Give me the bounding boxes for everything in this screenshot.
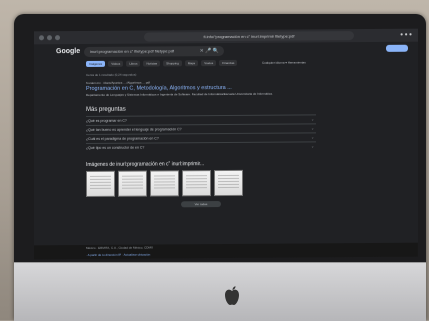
image-thumbnail[interactable]	[118, 170, 147, 197]
maximize-dot[interactable]	[55, 35, 60, 41]
chevron-down-icon: ⌄	[311, 135, 314, 140]
sign-in-button[interactable]	[386, 44, 408, 52]
search-icons[interactable]: ✕ 🎤 🔍	[200, 46, 219, 56]
images-title: Imágenes de inurl:programación en c” inu…	[86, 161, 205, 168]
tab-videos[interactable]: Videos	[108, 60, 124, 67]
view-all-images-button[interactable]: Ver todas	[181, 201, 221, 208]
search-query: inurl:programación en c” filetype:pdf fi…	[90, 48, 175, 54]
chevron-down-icon: ⌄	[311, 117, 314, 122]
search-input[interactable]: inurl:programación en c” filetype:pdf fi…	[84, 46, 224, 57]
tab-flights[interactable]: Vuelos	[201, 60, 217, 67]
minimize-dot[interactable]	[47, 35, 52, 41]
tab-news[interactable]: Noticias	[143, 60, 161, 67]
result-snippet: Departamento de Lenguajes y Sistemas Inf…	[86, 91, 273, 97]
paa-item[interactable]: ¿Qué tipo es un constructor de en C? ⌄	[86, 141, 316, 152]
people-also-ask: Más preguntas ¿Qué es programar en C? ⌄ ¿…	[86, 105, 316, 152]
results-column: Cerca de 1 resultado (0,24 segundos) fi.…	[86, 71, 316, 208]
search-tabs: Imágenes Videos Libros Noticias Shopping…	[86, 59, 238, 67]
tab-images[interactable]: Imágenes	[86, 60, 106, 67]
imac-chin	[14, 262, 426, 321]
close-dot[interactable]	[39, 35, 44, 41]
paa-title: Más preguntas	[86, 106, 126, 113]
apple-logo-icon	[225, 286, 239, 305]
chevron-down-icon: ⌄	[311, 144, 314, 149]
page-footer: México · ERMITA, C.A., Ciudad de México,…	[34, 242, 418, 260]
google-logo[interactable]: Google	[56, 48, 80, 55]
results-meta: Cerca de 1 resultado (0,24 segundos)	[86, 72, 137, 77]
window-controls[interactable]: ● ● ●	[400, 32, 412, 38]
search-tools[interactable]: Cualquier idioma ▾ Herramientas	[262, 60, 306, 64]
tab-finance[interactable]: Finanzas	[219, 59, 238, 67]
chevron-down-icon: ⌄	[311, 126, 314, 131]
screen: fi.info/“programación en c” inurl:imprim…	[34, 28, 418, 260]
paa-question: ¿Qué tan bueno es aprender el lenguaje d…	[86, 127, 182, 132]
tab-shopping[interactable]: Shopping	[163, 60, 182, 67]
images-section: Imágenes de inurl:programación en c” inu…	[86, 160, 316, 208]
image-thumbnail[interactable]	[86, 170, 115, 197]
window-dots[interactable]	[39, 35, 60, 41]
image-thumbnail[interactable]	[182, 170, 211, 197]
tab-maps[interactable]: Maps	[184, 60, 199, 67]
paa-question: ¿Qué tipo es un constructor de en C?	[86, 145, 145, 150]
image-thumbnail[interactable]	[150, 170, 179, 197]
paa-question: ¿Cuál es el paradigma de programación en…	[86, 136, 159, 141]
address-bar[interactable]: fi.info/“programación en c” inurl:imprim…	[144, 31, 354, 42]
image-thumbnails	[86, 169, 316, 197]
image-thumbnail[interactable]	[214, 169, 243, 197]
paa-question: ¿Qué es programar en C?	[86, 118, 127, 123]
tab-books[interactable]: Libros	[126, 60, 141, 67]
top-result: fi.unam.mx · /docs/Apuntes ... /Algoritm…	[86, 79, 316, 97]
